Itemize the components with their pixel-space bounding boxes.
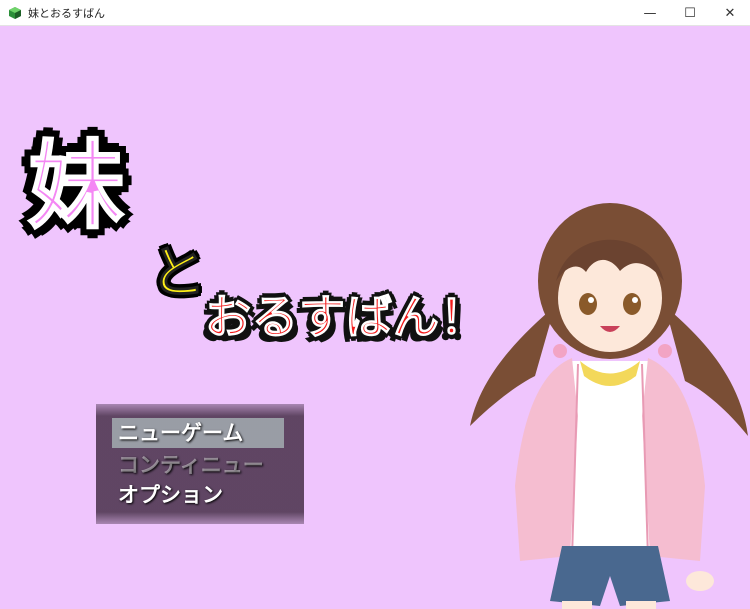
- title-logo-imo: 妹: [27, 130, 125, 242]
- game-screen: 妹 と おるすばん！ ニューゲーム コンティニュー オプション: [0, 26, 750, 609]
- menu-options[interactable]: オプション: [112, 480, 223, 510]
- window-controls: — ☐ ✕: [630, 0, 750, 26]
- window-title: 妹とおるすばん: [28, 6, 105, 20]
- menu-new-game[interactable]: ニューゲーム: [112, 418, 284, 448]
- minimize-button[interactable]: —: [630, 0, 670, 26]
- close-button[interactable]: ✕: [710, 0, 750, 26]
- maximize-button[interactable]: ☐: [670, 0, 710, 26]
- title-logo-to: と: [150, 241, 207, 306]
- app-icon: [9, 6, 21, 19]
- window-titlebar: 妹とおるすばん — ☐ ✕: [0, 0, 750, 26]
- character-illustration: [470, 203, 748, 609]
- title-logo-orusuban: おるすばん！: [205, 290, 487, 344]
- title-menu: ニューゲーム コンティニュー オプション: [96, 404, 304, 524]
- menu-continue[interactable]: コンティニュー: [112, 450, 264, 480]
